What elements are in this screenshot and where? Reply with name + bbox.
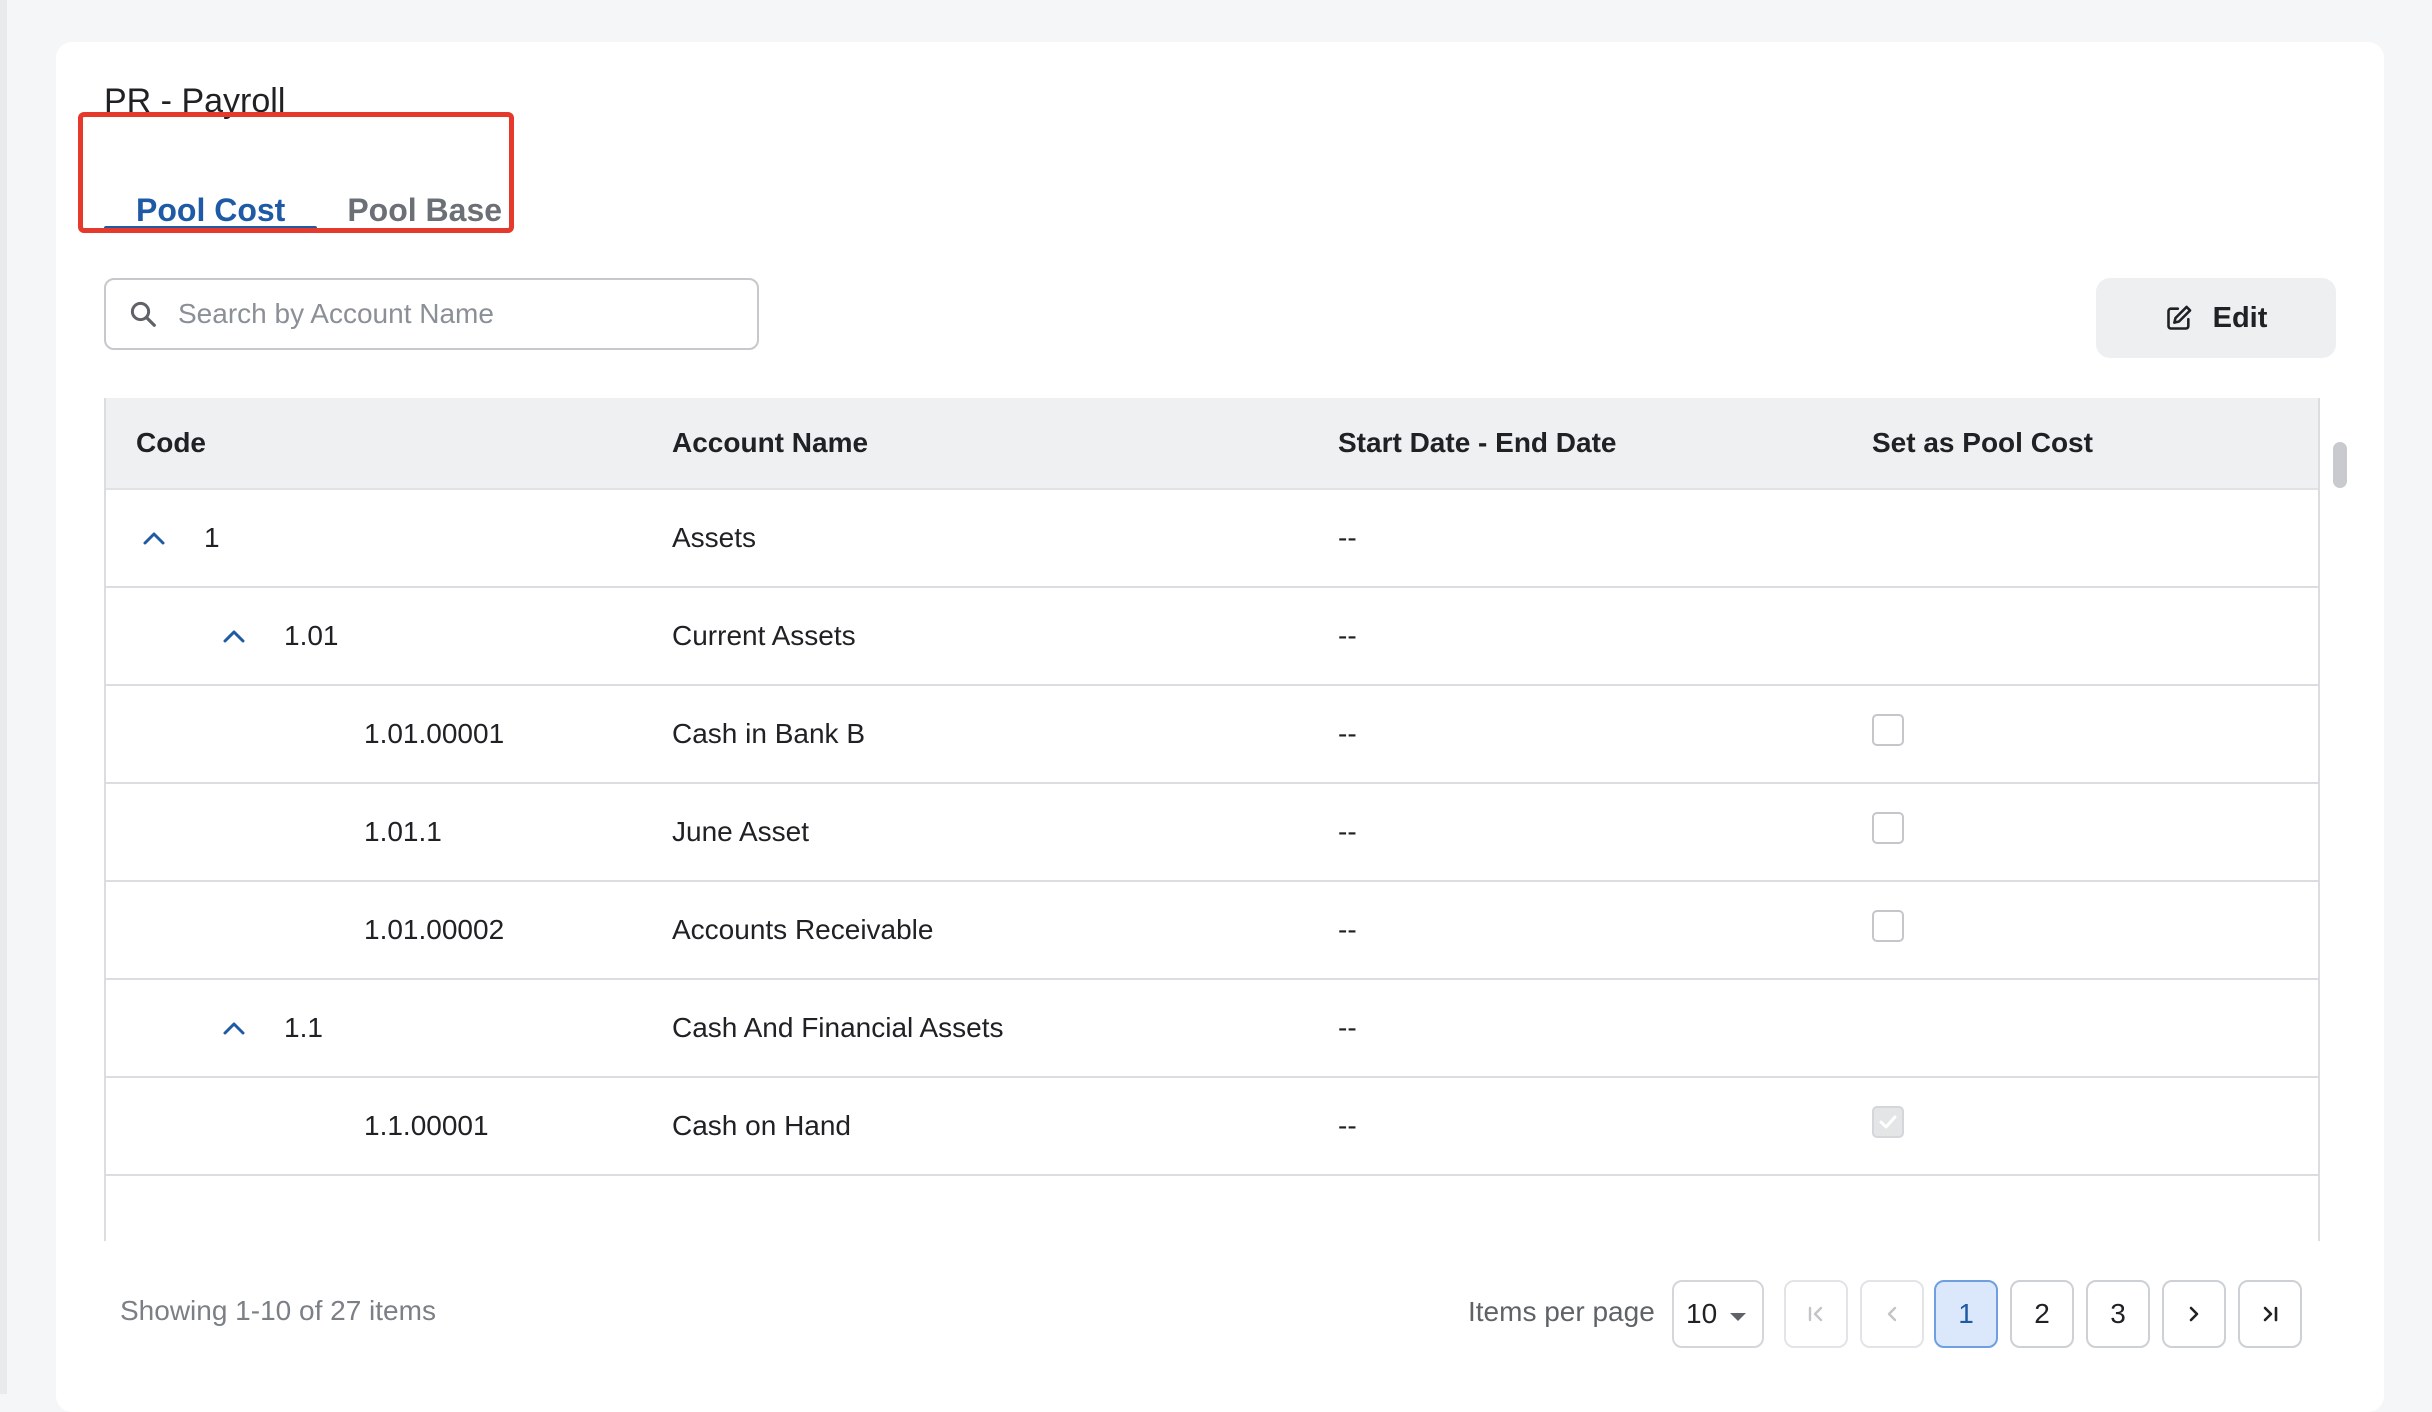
row-account-name: June Asset bbox=[672, 816, 809, 847]
previous-page-button[interactable] bbox=[1860, 1280, 1924, 1348]
row-account-name: Assets bbox=[672, 522, 757, 553]
last-page-button[interactable] bbox=[2238, 1280, 2302, 1348]
table-row: 1.1 Cash And Financial Assets -- bbox=[106, 980, 2318, 1078]
row-code: 1.01.1 bbox=[364, 816, 442, 847]
row-date-range: -- bbox=[1338, 914, 1357, 945]
chevron-up-icon[interactable] bbox=[222, 626, 250, 646]
table-row: 1.01 Current Assets -- bbox=[106, 588, 2318, 686]
pool-cost-checkbox[interactable] bbox=[1872, 714, 1904, 746]
tab-pool-base[interactable]: Pool Base bbox=[317, 142, 534, 228]
chevron-left-icon bbox=[1887, 1306, 1897, 1322]
accounts-table-viewport: Code Account Name Start Date - End Date … bbox=[104, 398, 2372, 1241]
edit-button[interactable]: Edit bbox=[2096, 278, 2336, 358]
row-date-range: -- bbox=[1338, 620, 1357, 651]
chevron-up-icon[interactable] bbox=[222, 1018, 250, 1038]
row-code: 1.01.00001 bbox=[364, 718, 505, 749]
items-per-page-label: Items per page bbox=[1468, 1296, 1655, 1327]
items-per-page-select[interactable]: 10 bbox=[1672, 1280, 1764, 1348]
table-row: 1.01.00002 Accounts Receivable -- bbox=[106, 882, 2318, 980]
pagination-status: Showing 1-10 of 27 items bbox=[120, 1295, 436, 1326]
row-code: 1.1 bbox=[284, 1012, 323, 1043]
table-row: 1 Assets -- bbox=[106, 490, 2318, 588]
column-header-date-range: Start Date - End Date bbox=[1338, 427, 1617, 458]
edit-icon bbox=[2165, 303, 2195, 333]
pool-cost-checkbox[interactable] bbox=[1872, 910, 1904, 942]
accounts-table: Code Account Name Start Date - End Date … bbox=[104, 398, 2320, 1241]
chevron-right-icon bbox=[2189, 1306, 2199, 1322]
table-scrollbar-thumb[interactable] bbox=[2333, 442, 2347, 488]
content-card: PR - Payroll Pool Cost Pool Base Edit Co… bbox=[56, 42, 2384, 1412]
table-row: 1.01.00001 Cash in Bank B -- bbox=[106, 686, 2318, 784]
caret-down-icon bbox=[1728, 1310, 1748, 1322]
row-date-range: -- bbox=[1338, 522, 1357, 553]
row-account-name: Cash on Hand bbox=[672, 1110, 852, 1141]
edit-button-label: Edit bbox=[2212, 301, 2268, 334]
items-per-page-value: 10 bbox=[1686, 1298, 1718, 1329]
search-icon bbox=[128, 299, 158, 329]
row-date-range: -- bbox=[1338, 718, 1357, 749]
row-account-name: Accounts Receivable bbox=[672, 914, 934, 945]
row-account-name: Cash And Financial Assets bbox=[672, 1012, 1004, 1043]
column-header-set-as-pool-cost: Set as Pool Cost bbox=[1872, 427, 2093, 458]
page-button-1[interactable]: 1 bbox=[1934, 1280, 1998, 1348]
column-header-account-name: Account Name bbox=[672, 427, 869, 458]
page-button-2[interactable]: 2 bbox=[2010, 1280, 2074, 1348]
table-row: 1.01.1 June Asset -- bbox=[106, 784, 2318, 882]
checkmark-icon bbox=[1879, 1115, 1897, 1129]
pool-cost-checkbox[interactable] bbox=[1872, 812, 1904, 844]
tab-bar: Pool Cost Pool Base bbox=[104, 142, 534, 266]
row-code: 1.01 bbox=[284, 620, 339, 651]
last-page-icon bbox=[2263, 1306, 2278, 1322]
page-title: PR - Payroll bbox=[104, 82, 286, 120]
window-edge bbox=[0, 0, 7, 1394]
row-date-range: -- bbox=[1338, 1012, 1357, 1043]
tab-pool-cost[interactable]: Pool Cost bbox=[104, 142, 318, 230]
search-input[interactable] bbox=[178, 298, 738, 330]
row-date-range: -- bbox=[1338, 816, 1357, 847]
row-date-range: -- bbox=[1338, 1110, 1357, 1141]
first-page-icon bbox=[1808, 1306, 1823, 1322]
row-account-name: Cash in Bank B bbox=[672, 718, 865, 749]
page-button-3[interactable]: 3 bbox=[2086, 1280, 2150, 1348]
search-field[interactable] bbox=[104, 278, 759, 350]
row-code: 1 bbox=[204, 522, 220, 553]
table-header: Code Account Name Start Date - End Date … bbox=[106, 398, 2318, 490]
table-row: 1.1.00001 Cash on Hand -- bbox=[106, 1078, 2318, 1176]
next-page-button[interactable] bbox=[2162, 1280, 2226, 1348]
pool-cost-checkbox-disabled bbox=[1872, 1106, 1904, 1138]
first-page-button[interactable] bbox=[1784, 1280, 1848, 1348]
column-header-code: Code bbox=[136, 427, 206, 458]
row-account-name: Current Assets bbox=[672, 620, 856, 651]
row-code: 1.01.00002 bbox=[364, 914, 505, 945]
chevron-up-icon[interactable] bbox=[142, 528, 170, 548]
table-row bbox=[106, 1176, 2318, 1241]
row-code: 1.1.00001 bbox=[364, 1110, 489, 1141]
